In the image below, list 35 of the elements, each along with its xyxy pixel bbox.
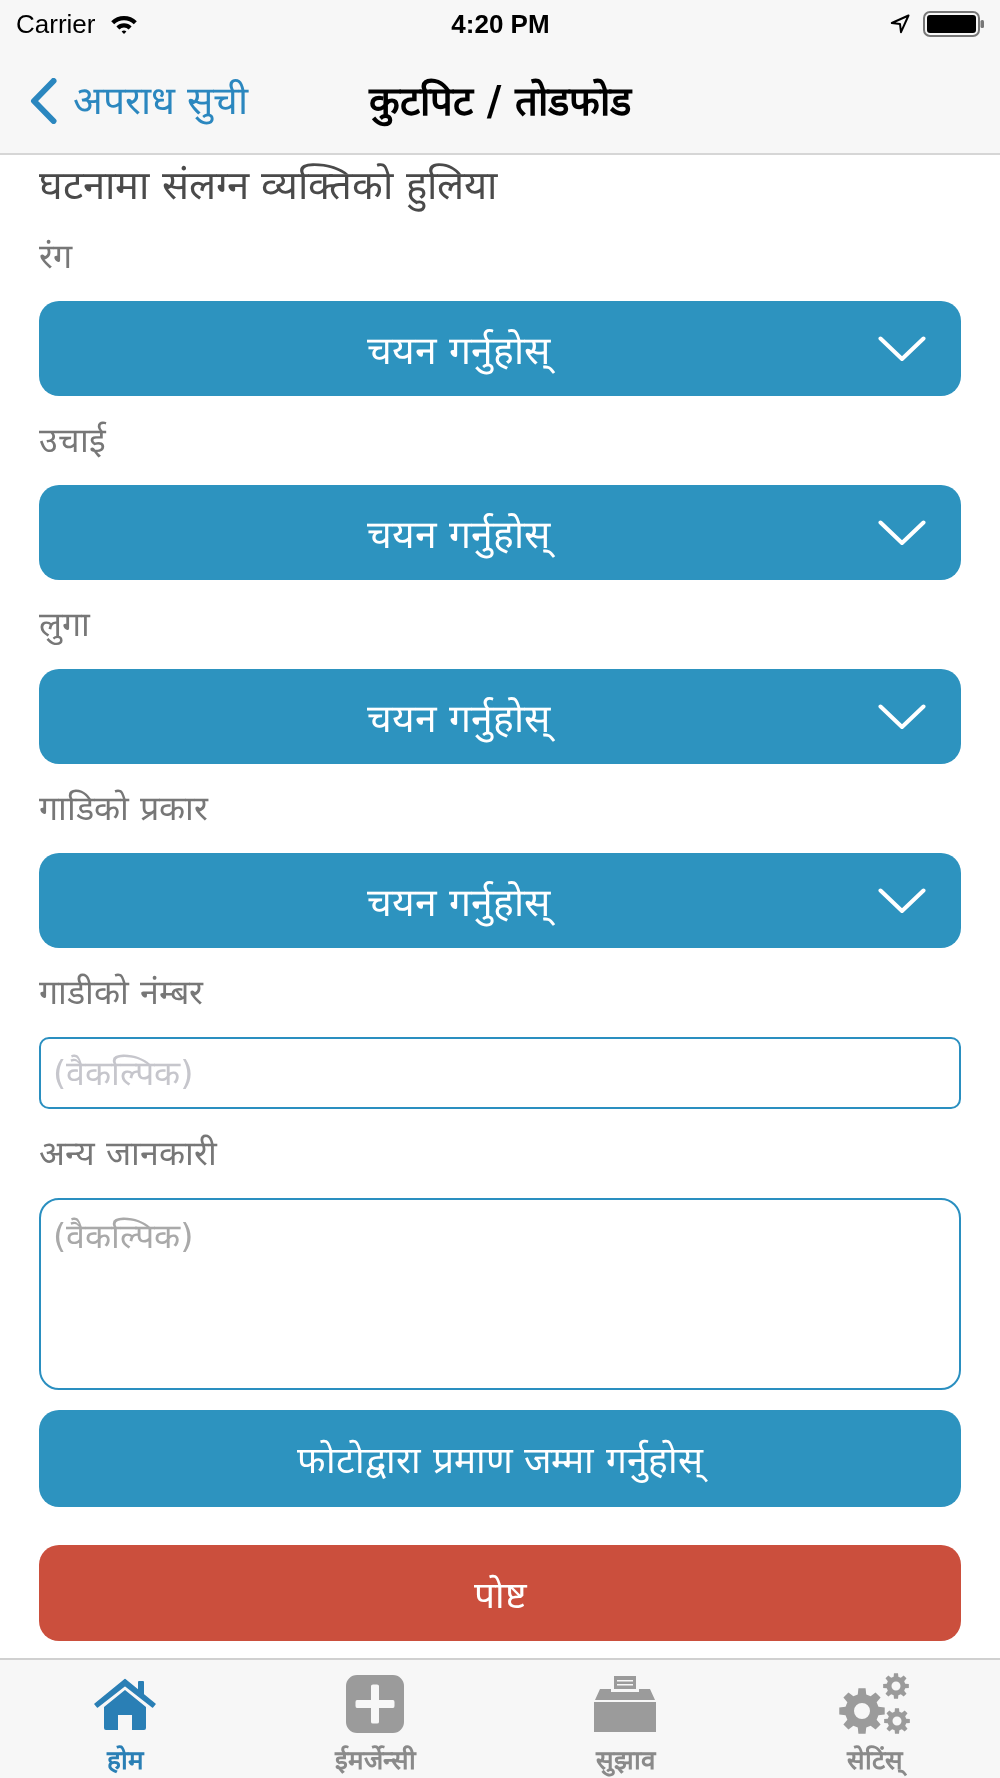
location-arrow-icon bbox=[890, 14, 910, 34]
gears-icon bbox=[838, 1673, 912, 1735]
chevron-down-icon bbox=[878, 335, 926, 362]
chevron-down-icon bbox=[878, 703, 926, 730]
select-dropdown[interactable]: चयन गर्नुहोस् bbox=[39, 301, 961, 396]
text-input[interactable]: (वैकल्पिक) bbox=[39, 1037, 961, 1109]
field-label: रंग bbox=[39, 235, 74, 278]
wifi-icon bbox=[110, 14, 139, 34]
tab-item[interactable]: सुझाव bbox=[500, 1660, 750, 1778]
field-label: गाडीको नंम्बर bbox=[39, 971, 205, 1014]
field-label: उचाई bbox=[39, 419, 108, 462]
section-heading: घटनामा संलग्न व्यक्तिको हुलिया bbox=[39, 158, 961, 212]
post-button[interactable]: पोष्ट bbox=[39, 1545, 961, 1641]
select-dropdown[interactable]: चयन गर्नुहोस् bbox=[39, 853, 961, 948]
photo-upload-button[interactable]: फोटोद्वारा प्रमाण जम्मा गर्नुहोस् bbox=[39, 1410, 961, 1507]
clock-time: 4:20 PM bbox=[451, 8, 550, 39]
field-label: अन्य जानकारी bbox=[39, 1132, 219, 1175]
tab-item[interactable]: सेटिंस् bbox=[750, 1660, 1000, 1778]
plus-icon bbox=[346, 1675, 404, 1733]
text-area[interactable]: (वैकल्पिक) bbox=[39, 1198, 961, 1390]
select-dropdown[interactable]: चयन गर्नुहोस् bbox=[39, 669, 961, 764]
chevron-down-icon bbox=[878, 887, 926, 914]
select-dropdown[interactable]: चयन गर्नुहोस् bbox=[39, 485, 961, 580]
ballot-box-icon bbox=[594, 1676, 656, 1732]
screen-title: कुटपिट / तोडफोड bbox=[368, 71, 632, 130]
field-label: गाडिको प्रकार bbox=[39, 787, 210, 830]
chevron-left-icon bbox=[30, 77, 57, 124]
field-label: लुगा bbox=[39, 603, 92, 647]
home-icon bbox=[94, 1678, 156, 1730]
battery-icon bbox=[923, 11, 985, 37]
tab-item[interactable]: होम bbox=[0, 1660, 250, 1778]
carrier-label: Carrier bbox=[16, 8, 96, 40]
chevron-down-icon bbox=[878, 519, 926, 546]
tab-item[interactable]: ईमर्जेन्सी bbox=[250, 1660, 500, 1778]
back-button[interactable]: अपराध सुची bbox=[0, 72, 249, 129]
